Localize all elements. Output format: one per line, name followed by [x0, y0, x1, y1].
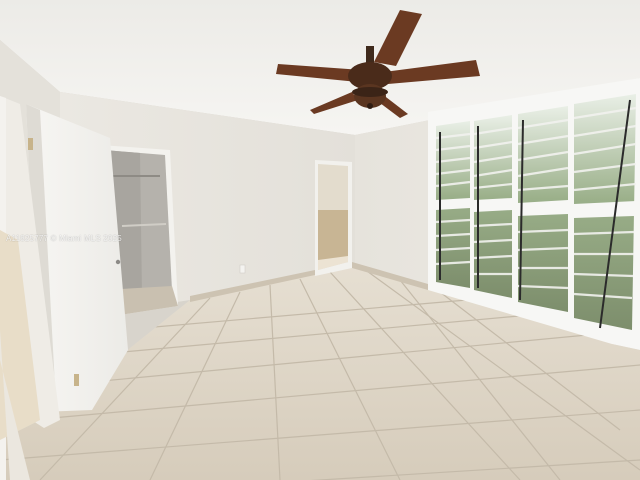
- hallway-doorway: [315, 160, 352, 276]
- bedroom-photo: A11825777 © Miami MLS 2025: [0, 0, 640, 480]
- door-hinge-lower: [74, 374, 79, 386]
- door-knob: [115, 259, 121, 265]
- mls-watermark: A11825777 © Miami MLS 2025: [6, 234, 122, 243]
- door-hinge-upper: [28, 138, 33, 150]
- wall-outlet: [239, 264, 246, 274]
